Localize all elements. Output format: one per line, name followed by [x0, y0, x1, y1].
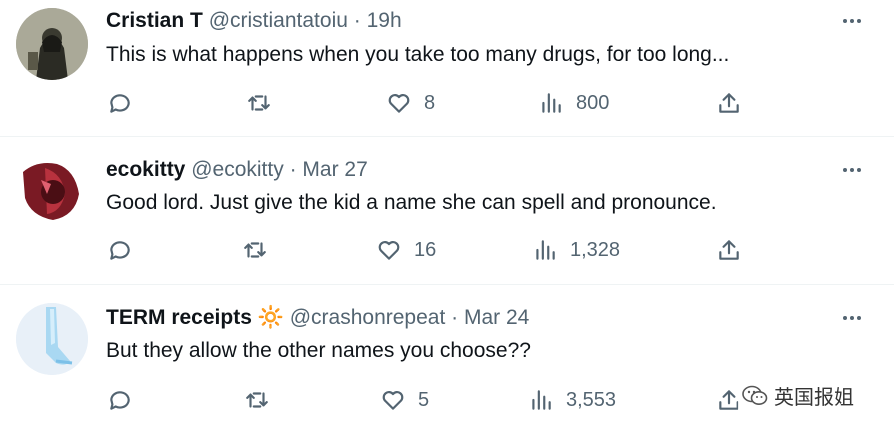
like-button[interactable]: 5 — [380, 385, 429, 415]
more-icon[interactable] — [838, 308, 866, 328]
like-button[interactable]: 16 — [376, 235, 436, 265]
share-icon — [719, 93, 739, 113]
view-count: 800 — [576, 91, 610, 114]
more-icon[interactable] — [838, 11, 866, 31]
reply-icon — [110, 94, 130, 113]
tweet-2[interactable]: ecokitty @ecokitty · Mar 27 Good lord. J… — [0, 137, 894, 284]
views-button[interactable]: 800 — [538, 88, 609, 118]
like-count: 8 — [424, 91, 436, 114]
tweet-text: This is what happens when you take too m… — [106, 43, 730, 66]
like-count: 16 — [414, 238, 437, 261]
separator: · — [451, 306, 459, 329]
separator: · — [289, 158, 297, 181]
avatar[interactable] — [16, 303, 88, 375]
display-name[interactable]: Cristian T — [106, 9, 203, 32]
like-icon — [388, 94, 410, 113]
tweet-header: ecokitty @ecokitty · Mar 27 — [106, 157, 368, 183]
reply-icon — [110, 241, 130, 260]
tweet-header: Cristian T @cristiantatoiu · 19h — [106, 8, 402, 34]
reply-icon — [110, 391, 130, 410]
views-button[interactable]: 1,328 — [532, 235, 620, 265]
share-button[interactable] — [716, 88, 742, 118]
timestamp[interactable]: Mar 24 — [464, 306, 529, 329]
badge-emoji: 🔆 — [257, 306, 284, 329]
retweet-icon — [244, 242, 266, 258]
views-icon — [542, 93, 561, 113]
retweet-icon — [248, 95, 270, 111]
avatar[interactable] — [17, 154, 89, 226]
views-icon — [536, 240, 555, 260]
display-name[interactable]: TERM receipts — [106, 306, 252, 329]
like-icon — [382, 391, 404, 410]
retweet-button[interactable] — [246, 88, 272, 118]
separator: · — [353, 9, 361, 32]
like-button[interactable]: 8 — [386, 88, 435, 118]
share-icon — [719, 240, 739, 260]
retweet-button[interactable] — [244, 385, 270, 415]
avatar[interactable] — [16, 8, 88, 80]
user-handle[interactable]: @cristiantatoiu — [209, 9, 348, 32]
tweet-header: TERM receipts 🔆 @crashonrepeat · Mar 24 — [106, 305, 529, 331]
watermark: 英国报姐 — [738, 379, 858, 412]
display-name[interactable]: ecokitty — [106, 158, 185, 181]
tweet-text: Good lord. Just give the kid a name she … — [106, 191, 717, 214]
share-button[interactable] — [716, 235, 742, 265]
like-icon — [378, 241, 400, 260]
timestamp[interactable]: Mar 27 — [302, 158, 367, 181]
timestamp[interactable]: 19h — [367, 9, 402, 32]
view-count: 3,553 — [566, 388, 617, 411]
user-handle[interactable]: @crashonrepeat — [290, 306, 446, 329]
reply-button[interactable] — [107, 88, 133, 118]
retweet-icon — [246, 392, 268, 408]
watermark-text: 英国报姐 — [774, 387, 854, 409]
views-icon — [532, 390, 551, 410]
more-icon[interactable] — [838, 160, 866, 180]
views-button[interactable]: 3,553 — [528, 385, 616, 415]
user-handle[interactable]: @ecokitty — [191, 158, 284, 181]
view-count: 1,328 — [570, 238, 621, 261]
reply-button[interactable] — [107, 235, 133, 265]
wechat-icon — [742, 385, 768, 405]
retweet-button[interactable] — [242, 235, 268, 265]
reply-button[interactable] — [107, 385, 133, 415]
tweet-text: But they allow the other names you choos… — [106, 339, 531, 362]
tweet-1[interactable]: Cristian T @cristiantatoiu · 19h This is… — [0, 0, 894, 136]
like-count: 5 — [418, 388, 430, 411]
